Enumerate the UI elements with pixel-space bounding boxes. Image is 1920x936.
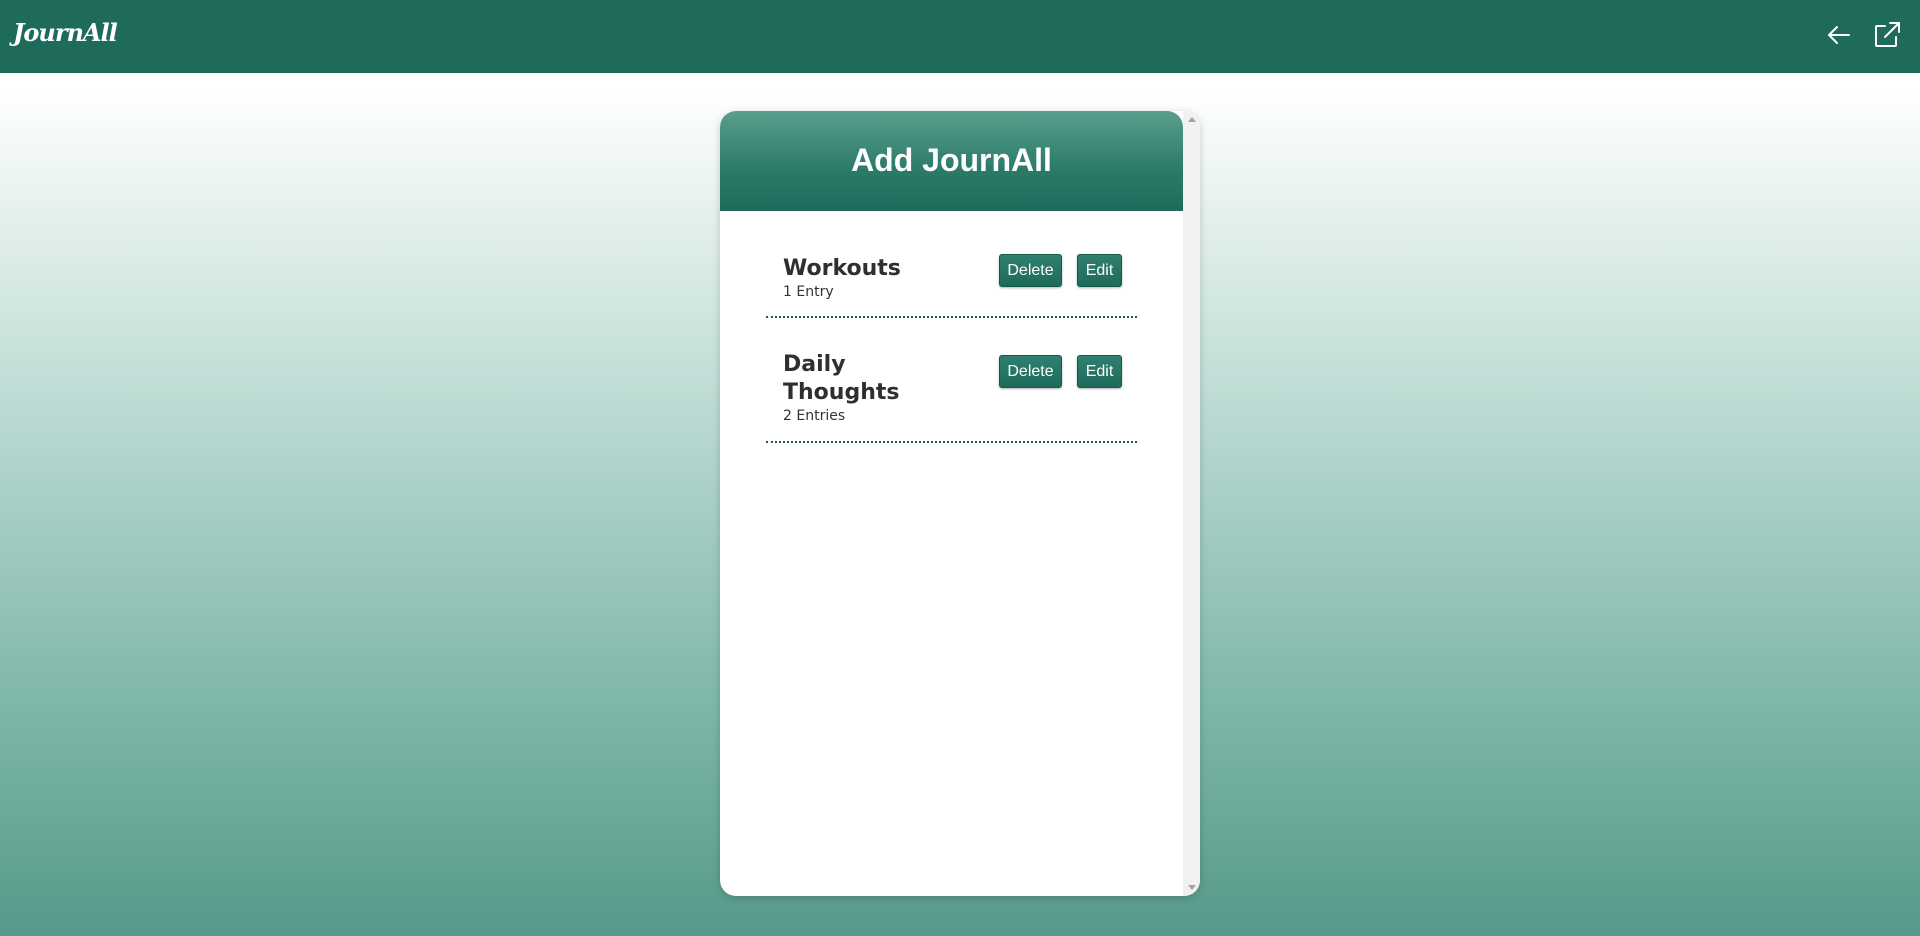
panel-header: Add JournAll xyxy=(720,111,1183,211)
journal-name[interactable]: Workouts xyxy=(783,255,923,283)
journal-name[interactable]: Daily Thoughts xyxy=(783,351,923,407)
delete-button[interactable]: Delete xyxy=(999,254,1062,287)
panel-title[interactable]: Add JournAll xyxy=(720,142,1183,179)
scroll-down-icon[interactable] xyxy=(1188,885,1196,890)
arrow-left-icon[interactable] xyxy=(1824,20,1854,50)
panel-scrollbar[interactable] xyxy=(1183,111,1200,896)
scroll-up-icon[interactable] xyxy=(1188,117,1196,122)
journal-item: Workouts 1 Entry Delete Edit xyxy=(766,241,1137,318)
top-navigation-bar: JournAll xyxy=(0,0,1920,73)
edit-button[interactable]: Edit xyxy=(1077,355,1122,388)
edit-button[interactable]: Edit xyxy=(1077,254,1122,287)
journal-entry-count: 1 Entry xyxy=(783,284,834,300)
app-logo[interactable]: JournAll xyxy=(13,18,118,47)
external-link-icon[interactable] xyxy=(1872,20,1902,50)
delete-button[interactable]: Delete xyxy=(999,355,1062,388)
journal-panel: Add JournAll Workouts 1 Entry Delete Edi… xyxy=(720,111,1200,896)
journal-entry-count: 2 Entries xyxy=(783,408,846,424)
journal-item: Daily Thoughts 2 Entries Delete Edit xyxy=(766,337,1137,443)
